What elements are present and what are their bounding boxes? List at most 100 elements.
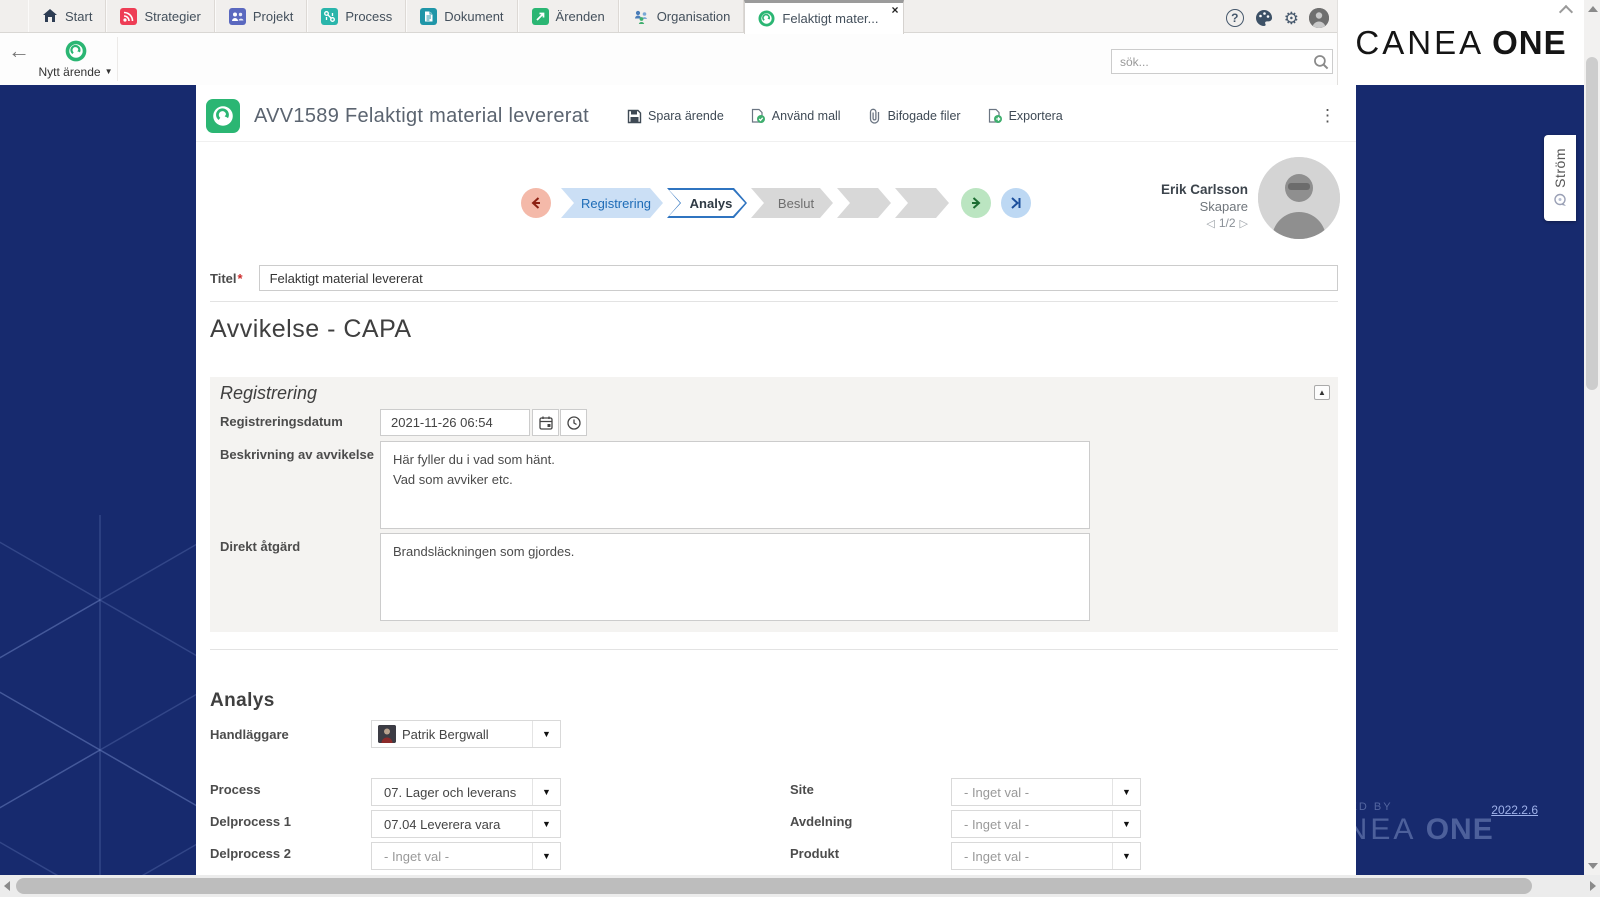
strategies-icon: [120, 8, 137, 25]
workflow-step-beslut[interactable]: Beslut: [751, 188, 833, 218]
logo-brand: CANEA: [1355, 24, 1484, 61]
step-label: Registrering: [573, 196, 651, 211]
pager-count: 1/2: [1219, 216, 1236, 230]
handler-dropdown[interactable]: Patrik Bergwall ▼: [371, 720, 561, 748]
chevron-down-icon[interactable]: ▼: [532, 811, 560, 837]
subprocess2-label: Delprocess 2: [210, 846, 291, 861]
logo-product: ONE: [1492, 24, 1567, 61]
scroll-left-icon[interactable]: [4, 881, 10, 891]
divider: [210, 301, 1338, 302]
workflow-step-4[interactable]: [837, 188, 891, 218]
direct-action-textarea[interactable]: Brandsläckningen som gjordes.: [380, 533, 1090, 621]
vertical-scrollbar[interactable]: [1584, 0, 1600, 875]
workflow-forward-button[interactable]: [961, 188, 991, 218]
workflow-step-registrering[interactable]: Registrering: [561, 188, 663, 218]
horizontal-scrollbar-thumb[interactable]: [16, 878, 1532, 894]
export-button[interactable]: Exportera: [987, 108, 1063, 124]
stream-bubble-icon: [1553, 193, 1568, 208]
toolbtn-label: Använd mall: [772, 109, 841, 123]
description-textarea[interactable]: Här fyller du i vad som hänt. Vad som av…: [380, 441, 1090, 529]
horizontal-scrollbar[interactable]: [0, 875, 1600, 897]
collapse-section-icon[interactable]: ▲: [1314, 385, 1330, 400]
theme-palette-icon[interactable]: [1254, 8, 1274, 28]
pager-next-icon[interactable]: ▷: [1240, 217, 1248, 230]
chevron-down-icon[interactable]: ▼: [532, 779, 560, 805]
tab-label: Organisation: [657, 9, 731, 24]
chevron-down-icon[interactable]: ▼: [532, 843, 560, 869]
attachments-button[interactable]: Bifogade filer: [867, 108, 961, 124]
save-case-button[interactable]: Spara ärende: [627, 109, 724, 124]
case-toolbar: Spara ärende Använd mall Bifogade filer …: [627, 108, 1063, 124]
chevron-down-icon[interactable]: ▼: [532, 721, 560, 747]
home-icon: [42, 8, 58, 24]
tab-label: Dokument: [444, 9, 503, 24]
subprocess1-label: Delprocess 1: [210, 814, 291, 829]
tab-felaktigt-material[interactable]: Felaktigt mater... ×: [744, 0, 903, 34]
back-arrow-icon[interactable]: ←: [8, 40, 30, 62]
user-avatar[interactable]: [1309, 8, 1329, 28]
close-icon[interactable]: ×: [891, 4, 898, 16]
chevron-down-icon[interactable]: ▼: [1112, 779, 1140, 805]
title-input[interactable]: [259, 265, 1338, 291]
analysis-heading: Analys: [210, 690, 275, 712]
product-label: Produkt: [790, 846, 839, 861]
scroll-right-icon[interactable]: [1590, 881, 1596, 891]
ribbon-collapse-icon[interactable]: [1560, 6, 1572, 14]
logo-area: CANEAONE: [1337, 0, 1584, 85]
workflow-step-5[interactable]: [895, 188, 949, 218]
tab-strategier[interactable]: Strategier: [106, 0, 214, 32]
tab-arenden[interactable]: Ärenden: [518, 0, 619, 32]
vertical-scrollbar-thumb[interactable]: [1586, 57, 1598, 390]
workflow-step-analys[interactable]: Analys: [667, 188, 747, 218]
subprocess1-dropdown[interactable]: 07.04 Leverera vara ▼: [371, 810, 561, 838]
workflow-back-button[interactable]: [521, 188, 551, 218]
registration-date-input[interactable]: [380, 409, 530, 436]
time-button[interactable]: [560, 409, 587, 436]
handler-label: Handläggare: [210, 727, 289, 742]
tab-label: Process: [345, 9, 392, 24]
case-header: AVV1589 Felaktigt material levererat Spa…: [196, 85, 1356, 142]
site-dropdown[interactable]: - Inget val - ▼: [951, 778, 1141, 806]
step-label: Beslut: [770, 196, 814, 211]
tab-process[interactable]: Process: [307, 0, 406, 32]
process-dropdown[interactable]: 07. Lager och leverans ▼: [371, 778, 561, 806]
tab-projekt[interactable]: Projekt: [215, 0, 307, 32]
registration-heading: Registrering: [220, 383, 317, 404]
chevron-down-icon[interactable]: ▼: [1112, 843, 1140, 869]
global-search: [1111, 49, 1333, 74]
gear-icon[interactable]: ⚙: [1284, 10, 1299, 27]
title-field-row: Titel*: [210, 265, 1338, 291]
scroll-up-icon[interactable]: [1588, 6, 1598, 12]
chevron-down-icon[interactable]: ▼: [1112, 811, 1140, 837]
tab-organisation[interactable]: Organisation: [619, 0, 745, 32]
search-icon[interactable]: [1310, 51, 1332, 73]
product-value: - Inget val -: [952, 849, 1112, 864]
new-case-button[interactable]: Nytt ärende ▼: [34, 37, 118, 81]
help-icon[interactable]: ?: [1226, 9, 1244, 27]
case-app-icon: [206, 99, 240, 133]
site-label: Site: [790, 782, 814, 797]
direct-action-label: Direkt åtgärd: [220, 539, 300, 554]
canea-one-logo: CANEAONE: [1355, 24, 1566, 62]
tab-dokument[interactable]: Dokument: [406, 0, 517, 32]
scroll-down-icon[interactable]: [1588, 863, 1598, 869]
kebab-menu-icon[interactable]: ⋮: [1315, 106, 1340, 126]
tab-start[interactable]: Start: [28, 0, 106, 32]
subprocess2-dropdown[interactable]: - Inget val - ▼: [371, 842, 561, 870]
use-template-button[interactable]: Använd mall: [750, 108, 841, 124]
strom-side-tab[interactable]: Ström: [1544, 135, 1576, 221]
product-dropdown[interactable]: - Inget val - ▼: [951, 842, 1141, 870]
site-value: - Inget val -: [952, 785, 1112, 800]
version-link[interactable]: 2022.2.6: [1491, 803, 1538, 817]
process-label: Process: [210, 782, 261, 797]
calendar-button[interactable]: [532, 409, 559, 436]
search-input[interactable]: [1112, 55, 1310, 69]
department-value: - Inget val -: [952, 817, 1112, 832]
workflow-skip-to-end-button[interactable]: [1001, 188, 1031, 218]
pager-prev-icon[interactable]: ◁: [1206, 217, 1214, 230]
tab-label: Felaktigt mater...: [782, 11, 878, 26]
participant-card: Erik Carlsson Skapare ◁ 1/2 ▷: [1161, 157, 1340, 239]
tab-label: Projekt: [253, 9, 293, 24]
toolbtn-label: Exportera: [1009, 109, 1063, 123]
department-dropdown[interactable]: - Inget val - ▼: [951, 810, 1141, 838]
